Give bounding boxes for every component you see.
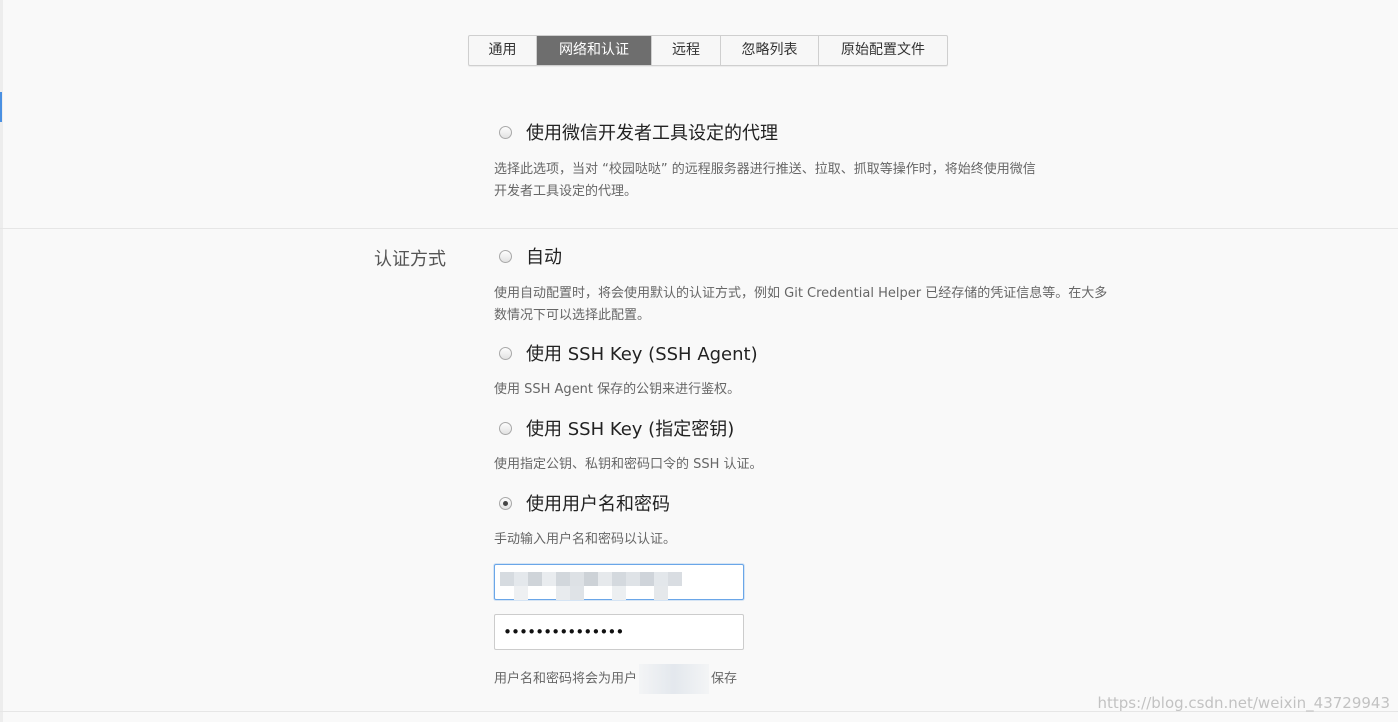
auth-ssh-key-radio[interactable] bbox=[499, 421, 512, 435]
tab-network-auth[interactable]: 网络和认证 bbox=[537, 36, 652, 65]
auth-option-username-password[interactable]: 使用用户名和密码 bbox=[499, 490, 670, 516]
auth-username-password-description: 手动输入用户名和密码以认证。 bbox=[494, 532, 677, 547]
password-input[interactable] bbox=[494, 614, 744, 650]
auth-section-label: 认证方式 bbox=[374, 249, 446, 270]
settings-tabs: 通用 网络和认证 远程 忽略列表 原始配置文件 bbox=[468, 35, 948, 66]
username-input[interactable] bbox=[494, 564, 744, 600]
section-divider bbox=[0, 228, 1398, 229]
tab-general[interactable]: 通用 bbox=[469, 36, 537, 65]
tab-raw-config[interactable]: 原始配置文件 bbox=[819, 36, 947, 65]
watermark-text: https://blog.csdn.net/weixin_43729943 bbox=[1097, 694, 1390, 712]
redacted-username bbox=[639, 664, 710, 694]
auth-option-auto[interactable]: 自动 bbox=[499, 243, 562, 269]
auth-option-ssh-agent[interactable]: 使用 SSH Key (SSH Agent) bbox=[499, 340, 758, 366]
auth-auto-radio[interactable] bbox=[499, 249, 512, 263]
tab-remote[interactable]: 远程 bbox=[652, 36, 721, 65]
auth-ssh-agent-label: 使用 SSH Key (SSH Agent) bbox=[526, 344, 758, 365]
auth-ssh-key-description: 使用指定公钥、私钥和密码口令的 SSH 认证。 bbox=[494, 457, 763, 472]
auth-ssh-agent-radio[interactable] bbox=[499, 346, 512, 360]
auth-username-password-label: 使用用户名和密码 bbox=[526, 494, 670, 515]
proxy-description: 选择此选项，当对 “校园哒哒” 的远程服务器进行推送、拉取、抓取等操作时，将始终… bbox=[494, 162, 1036, 199]
auth-username-password-radio[interactable] bbox=[499, 496, 512, 510]
auth-ssh-agent-description: 使用 SSH Agent 保存的公钥来进行鉴权。 bbox=[494, 382, 741, 397]
credential-save-note: 用户名和密码将会为用户 保存 bbox=[494, 664, 737, 694]
auth-auto-label: 自动 bbox=[526, 247, 562, 268]
auth-auto-description: 使用自动配置时，将会使用默认的认证方式，例如 Git Credential He… bbox=[494, 286, 1108, 323]
auth-ssh-key-label: 使用 SSH Key (指定密钥) bbox=[526, 419, 735, 440]
proxy-radio[interactable] bbox=[499, 125, 512, 139]
proxy-option[interactable]: 使用微信开发者工具设定的代理 bbox=[499, 119, 778, 145]
auth-option-ssh-key[interactable]: 使用 SSH Key (指定密钥) bbox=[499, 415, 734, 441]
left-accent-bar bbox=[0, 92, 2, 122]
tab-ignore-list[interactable]: 忽略列表 bbox=[721, 36, 819, 65]
proxy-option-label: 使用微信开发者工具设定的代理 bbox=[526, 123, 778, 144]
